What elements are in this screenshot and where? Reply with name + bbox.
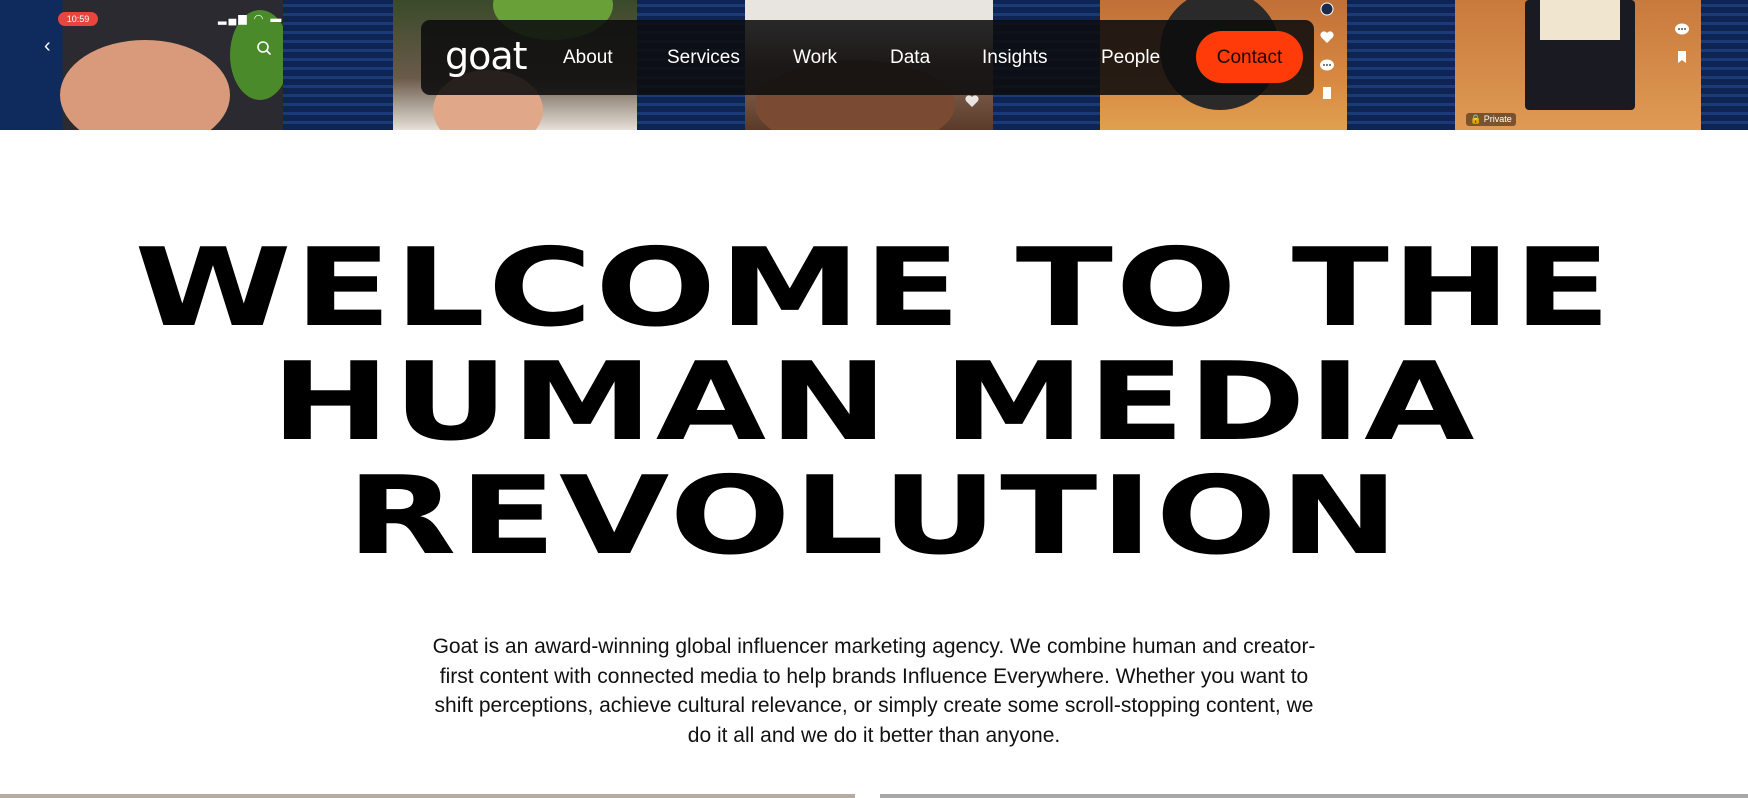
video-tile-hand bbox=[60, 40, 230, 130]
next-section-image-right bbox=[880, 794, 1748, 798]
next-section-image-left bbox=[0, 794, 855, 798]
video-tile-divider bbox=[283, 0, 393, 130]
back-icon[interactable]: ‹ bbox=[44, 36, 51, 56]
bookmark-icon[interactable] bbox=[1319, 86, 1335, 100]
private-label-text: Private bbox=[1483, 114, 1512, 124]
video-side-actions bbox=[964, 94, 980, 108]
hero-headline: WELCOME TO THE HUMAN MEDIA REVOLUTION bbox=[0, 232, 1748, 574]
video-tile-divider bbox=[1347, 0, 1455, 130]
nav-link-services[interactable]: Services bbox=[667, 20, 740, 95]
nav-link-people[interactable]: People bbox=[1101, 20, 1160, 95]
contact-button[interactable]: Contact bbox=[1196, 31, 1303, 83]
video-tile bbox=[1455, 0, 1701, 130]
search-icon[interactable] bbox=[256, 40, 272, 56]
nav-link-about[interactable]: About bbox=[563, 20, 613, 95]
goat-logo[interactable]: goat bbox=[445, 34, 528, 78]
headline-line-2: HUMAN MEDIA bbox=[270, 340, 1478, 465]
video-side-actions bbox=[1319, 2, 1335, 100]
heart-icon[interactable] bbox=[1319, 30, 1335, 44]
nav-link-data[interactable]: Data bbox=[890, 20, 930, 95]
video-tile-divider bbox=[1701, 0, 1748, 130]
headline-line-1: WELCOME TO THE bbox=[134, 226, 1614, 351]
video-tile-box-lid bbox=[1540, 0, 1620, 40]
intro-paragraph: Goat is an award-winning global influenc… bbox=[432, 635, 1316, 747]
nav-link-insights[interactable]: Insights bbox=[982, 20, 1047, 95]
bookmark-icon[interactable] bbox=[1674, 50, 1690, 64]
nav-link-work[interactable]: Work bbox=[793, 20, 837, 95]
private-label: 🔒 Private bbox=[1466, 113, 1516, 126]
comment-icon[interactable] bbox=[1319, 58, 1335, 72]
status-bar-icons: ▂▄▆ ◠ ▬ bbox=[218, 13, 284, 25]
main-navigation: goat About Services Work Data Insights P… bbox=[421, 20, 1314, 95]
comment-icon[interactable] bbox=[1674, 22, 1690, 36]
lock-icon: 🔒 bbox=[1470, 114, 1482, 124]
video-side-actions bbox=[1674, 22, 1690, 64]
heart-icon[interactable] bbox=[964, 94, 980, 108]
avatar-icon[interactable] bbox=[1319, 2, 1335, 16]
headline-line-3: REVOLUTION bbox=[346, 454, 1402, 579]
status-time: 10:59 bbox=[58, 12, 98, 26]
